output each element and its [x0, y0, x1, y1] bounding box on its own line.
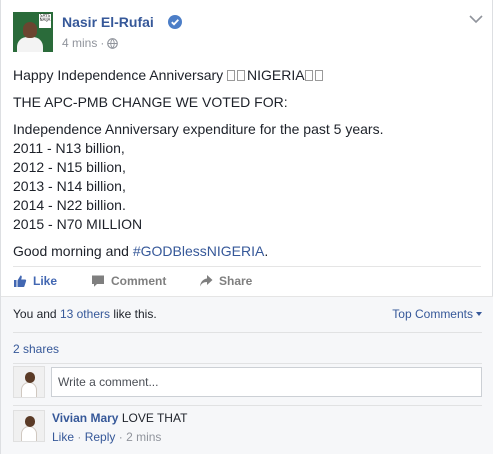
emoji-placeholder-icon — [314, 70, 323, 81]
comment-bubble-icon — [92, 275, 104, 287]
caret-down-icon — [476, 312, 482, 316]
meta-dot: · — [100, 36, 105, 50]
emoji-placeholder-icon — [304, 70, 313, 81]
thumbs-up-icon — [14, 275, 27, 287]
comment-body: Vivian Mary LOVE THAT — [52, 411, 187, 425]
post-line-3: Independence Anniversary expenditure for… — [13, 121, 384, 137]
chevron-down-icon[interactable] — [469, 14, 483, 24]
post-line-9: Good morning and #GODBlessNIGERIA. — [13, 243, 269, 259]
divider — [13, 332, 482, 333]
emoji-placeholder-icon — [227, 70, 236, 81]
comment-text: LOVE THAT — [121, 411, 188, 425]
post-line-5: 2012 - N15 billion, — [13, 159, 126, 175]
comment-author[interactable]: Vivian Mary — [52, 411, 118, 425]
post-body: Happy Independence Anniversary NIGERIA T… — [13, 66, 481, 261]
feedback-section: You and 13 others like this. Top Comment… — [1, 296, 493, 454]
comment-meta: Like · Reply · 2 mins — [52, 430, 162, 444]
post-meta: 4 mins · — [62, 36, 119, 50]
post-line-4: 2011 - N13 billion, — [13, 140, 125, 156]
likes-summary: You and 13 others like this. — [13, 307, 157, 321]
comment-button[interactable]: Comment — [91, 274, 166, 288]
post-line-8: 2015 - N70 MILLION — [13, 216, 143, 232]
top-comments-dropdown[interactable]: Top Comments — [392, 307, 482, 321]
globe-icon[interactable] — [107, 38, 119, 49]
comment-time[interactable]: 2 mins — [126, 430, 161, 444]
viewer-avatar — [13, 366, 45, 398]
post-card: SAYS NAIJA Nasir El-Rufai 4 mins · Happy … — [0, 0, 493, 454]
post-actions: Like Comment Share — [13, 266, 481, 296]
post-line-2: THE APC-PMB CHANGE WE VOTED FOR: — [13, 94, 288, 110]
post-line-6: 2013 - N14 billion, — [13, 178, 126, 194]
like-button[interactable]: Like — [13, 274, 57, 288]
author-avatar[interactable]: SAYS NAIJA — [13, 12, 53, 52]
avatar-tag: SAYS NAIJA — [39, 14, 51, 28]
author-name[interactable]: Nasir El-Rufai — [62, 14, 154, 30]
hashtag-link[interactable]: #GODBlessNIGERIA — [133, 243, 264, 259]
emoji-placeholder-icon — [237, 70, 246, 81]
divider — [13, 363, 482, 364]
post-line-1: Happy Independence Anniversary NIGERIA — [13, 66, 481, 85]
commenter-avatar[interactable] — [13, 410, 45, 442]
post-line-7: 2014 - N22 billion. — [13, 197, 126, 213]
divider — [13, 405, 482, 406]
post-time[interactable]: 4 mins — [62, 36, 97, 50]
share-button[interactable]: Share — [199, 274, 252, 288]
comment-input[interactable] — [51, 367, 482, 397]
likers-link[interactable]: 13 others — [60, 307, 110, 321]
comment-like-link[interactable]: Like — [52, 430, 74, 444]
share-arrow-icon — [200, 275, 213, 287]
shares-count-link[interactable]: 2 shares — [13, 342, 59, 356]
verified-badge-icon — [168, 15, 182, 29]
comment-reply-link[interactable]: Reply — [85, 430, 116, 444]
post-header: SAYS NAIJA Nasir El-Rufai 4 mins · — [13, 12, 483, 54]
